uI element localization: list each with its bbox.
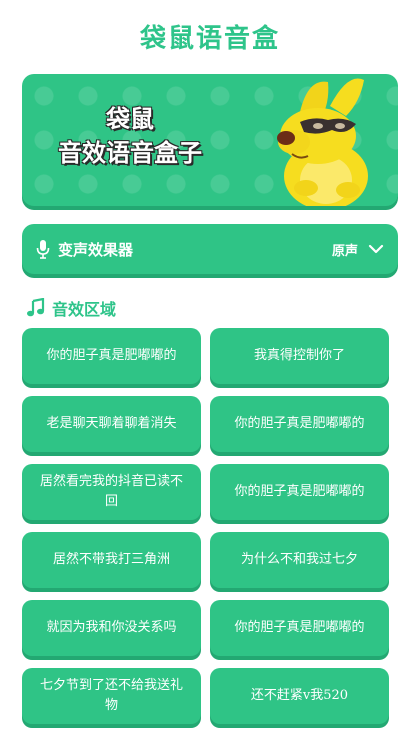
app-title: 袋鼠语音盒 — [139, 24, 280, 54]
sound-button[interactable]: 你的胆子真是肥嘟嘟的 — [22, 328, 201, 384]
banner-line2: 音效语音盒子 — [58, 139, 202, 167]
sound-section-title: 音效区域 — [52, 300, 117, 319]
sound-button[interactable]: 还不赶紧v我520 — [210, 668, 389, 724]
sound-button[interactable]: 为什么不和我过七夕 — [210, 532, 389, 588]
sound-button[interactable]: 你的胆子真是肥嘟嘟的 — [210, 464, 389, 520]
banner-text: 袋鼠 音效语音盒子 — [58, 102, 202, 170]
voice-effect-value: 原声 — [331, 243, 358, 259]
sound-button[interactable]: 我真得控制你了 — [210, 328, 389, 384]
sound-button[interactable]: 就因为我和你没关系吗 — [22, 600, 201, 656]
sound-button[interactable]: 你的胆子真是肥嘟嘟的 — [210, 396, 389, 452]
chevron-down-icon[interactable] — [368, 241, 384, 257]
banner-line1: 袋鼠 — [106, 105, 154, 133]
sound-section-header: 音效区域 — [26, 296, 116, 320]
microphone-icon — [36, 240, 50, 259]
voice-effect-selector[interactable]: 变声效果器 原声 — [22, 224, 398, 274]
music-note-icon — [27, 298, 45, 317]
kangaroo-mascot-image — [277, 78, 368, 206]
sound-button[interactable]: 老是聊天聊着聊着消失 — [22, 396, 201, 452]
banner: 袋鼠 音效语音盒子 — [22, 74, 398, 206]
sound-button[interactable]: 七夕节到了还不给我送礼物 — [22, 668, 201, 724]
sound-button[interactable]: 你的胆子真是肥嘟嘟的 — [210, 600, 389, 656]
sound-button[interactable]: 居然看完我的抖音已读不回 — [22, 464, 201, 520]
sound-button[interactable]: 居然不带我打三角洲 — [22, 532, 201, 588]
voice-effect-label: 变声效果器 — [58, 240, 134, 259]
